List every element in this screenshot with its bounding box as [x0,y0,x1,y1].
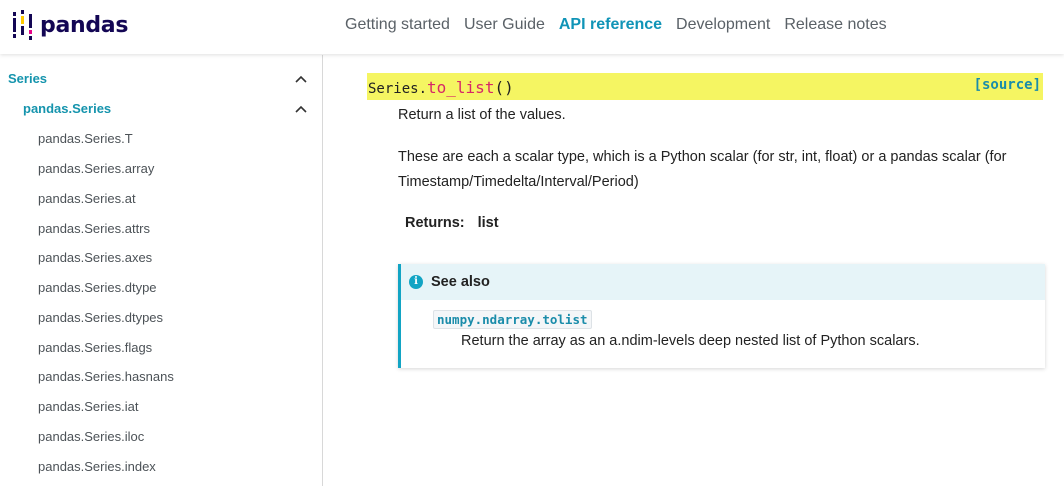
see-also-admonition: i See also numpy.ndarray.tolist Return t… [398,264,1045,368]
sidebar-item-label: pandas.Series.at [38,191,136,206]
nav-release-notes[interactable]: Release notes [777,16,893,34]
description-text: These are each a scalar type, which is a… [398,145,1058,195]
sidebar-section-label: Series [8,71,48,86]
description-line-1: These are each a scalar type, which is a… [398,149,1007,165]
see-also-title: See also [431,274,490,290]
sidebar-item-label: pandas.Series.axes [38,250,153,265]
returns-value: list [477,215,499,231]
signature-function-name: to_list [427,78,495,97]
sidebar-item-label: pandas.Series.dtypes [38,310,164,325]
see-also-description: Return the array as an a.ndim-levels dee… [461,333,920,349]
returns-field: Returns: list [405,215,499,231]
sidebar-item-label: pandas.Series.iat [38,399,139,414]
sidebar-item-dtype[interactable]: pandas.Series.dtype [0,277,322,301]
sidebar-item-index[interactable]: pandas.Series.index [0,456,322,480]
sidebar-item-axes[interactable]: pandas.Series.axes [0,247,322,271]
sidebar-item-label: pandas.Series.T [38,131,133,146]
nav-getting-started[interactable]: Getting started [338,16,457,34]
pandas-logo-icon [13,10,32,40]
sidebar-subsection-label: pandas.Series [23,101,112,116]
sidebar-item-array[interactable]: pandas.Series.array [0,158,322,182]
chevron-up-icon[interactable] [294,104,308,114]
logo-text: pandas [40,12,129,38]
see-also-link[interactable]: numpy.ndarray.tolist [433,310,592,329]
sidebar-item-attrs[interactable]: pandas.Series.attrs [0,218,322,242]
function-signature: Series.to_list() [source] [367,73,1043,100]
sidebar-item-label: pandas.Series.hasnans [38,369,174,384]
sidebar-item-label: pandas.Series.dtype [38,280,157,295]
main-content: Series.to_list() [source] Return a list … [323,55,1064,486]
sidebar-item-label: pandas.Series.flags [38,340,153,355]
signature-parens: () [494,78,514,97]
sidebar: Series pandas.Series pandas.Series.T pan… [0,55,323,486]
chevron-up-icon[interactable] [294,74,308,84]
sidebar-item-at[interactable]: pandas.Series.at [0,188,322,212]
nav-api-reference[interactable]: API reference [552,16,669,34]
summary-text: Return a list of the values. [398,107,566,123]
returns-label: Returns: [405,215,465,231]
sidebar-item-iat[interactable]: pandas.Series.iat [0,396,322,420]
top-navbar: pandas Getting started User Guide API re… [0,0,1064,54]
info-icon: i [409,275,423,289]
description-line-2: Timestamp/Timedelta/Interval/Period) [398,174,639,190]
nav-development[interactable]: Development [669,16,777,34]
main-nav: Getting started User Guide API reference… [338,16,894,34]
sidebar-item-hasnans[interactable]: pandas.Series.hasnans [0,366,322,390]
sidebar-item-t[interactable]: pandas.Series.T [0,128,322,152]
sidebar-subsection-pandas-series[interactable]: pandas.Series [0,98,322,122]
sidebar-item-label: pandas.Series.attrs [38,221,151,236]
sidebar-item-dtypes[interactable]: pandas.Series.dtypes [0,307,322,331]
sidebar-item-flags[interactable]: pandas.Series.flags [0,337,322,361]
sidebar-item-label: pandas.Series.iloc [38,429,145,444]
sidebar-item-iloc[interactable]: pandas.Series.iloc [0,426,322,450]
sidebar-item-label: pandas.Series.index [38,459,156,474]
nav-user-guide[interactable]: User Guide [457,16,552,34]
signature-text: Series.to_list() [368,78,514,97]
signature-class-prefix: Series. [368,81,428,97]
pandas-logo[interactable]: pandas [12,9,128,41]
sidebar-item-label: pandas.Series.array [38,161,155,176]
source-link[interactable]: [source] [974,77,1041,93]
sidebar-section-series[interactable]: Series [0,68,322,92]
see-also-header: i See also [401,264,1045,300]
